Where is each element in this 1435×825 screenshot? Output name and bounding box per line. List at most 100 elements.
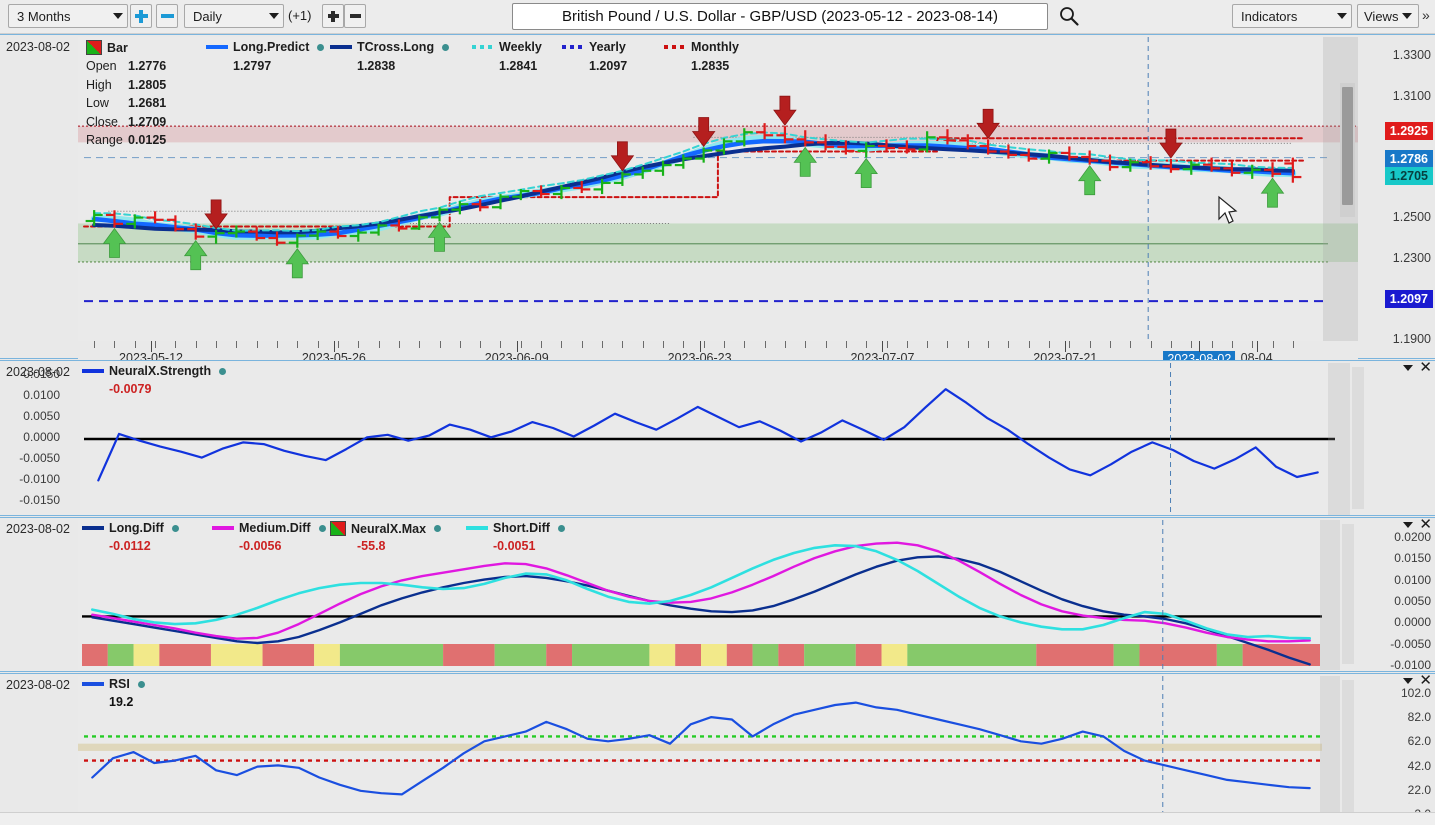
x-axis-tick bbox=[480, 341, 481, 348]
ohlc-label: High bbox=[86, 78, 128, 92]
period-increase-button[interactable] bbox=[130, 4, 152, 28]
legend-item-medium-diff[interactable]: Medium.Diff bbox=[212, 521, 326, 535]
info-icon[interactable] bbox=[434, 525, 441, 532]
legend-item-label: Short.Diff bbox=[493, 521, 550, 535]
period-decrease-button[interactable] bbox=[156, 4, 178, 28]
dotted-line-swatch-icon bbox=[472, 45, 494, 49]
price-tag-1.2097[interactable]: 1.2097 bbox=[1385, 290, 1433, 308]
neuralx-axis-tick: -0.0050 bbox=[19, 451, 60, 465]
x-axis-tick bbox=[988, 341, 989, 348]
toolbar-overflow-button[interactable]: » bbox=[1422, 7, 1430, 23]
diff-panel: ✕ 2023-08-02 Long.Diff-0.0112Medium.Diff… bbox=[0, 517, 1435, 672]
x-axis-tick bbox=[358, 341, 359, 348]
x-axis-tick bbox=[1252, 341, 1253, 348]
diff-panel-scroll[interactable] bbox=[1342, 524, 1354, 664]
x-axis-tick bbox=[1110, 341, 1111, 348]
legend-item-neuralx-strength[interactable]: NeuralX.Strength bbox=[82, 364, 226, 378]
x-axis-tick bbox=[846, 341, 847, 348]
x-axis-tick bbox=[1049, 341, 1050, 348]
info-icon[interactable] bbox=[319, 525, 326, 532]
dotted-line-swatch-icon bbox=[562, 45, 584, 49]
ohlc-row: High1.2805 bbox=[86, 76, 166, 95]
ohlc-row: Open1.2776 bbox=[86, 57, 166, 76]
rsi-axis-tick: 62.0 bbox=[1408, 734, 1431, 748]
close-icon[interactable]: ✕ bbox=[1419, 676, 1432, 686]
x-axis-tick bbox=[785, 341, 786, 348]
symbol-title-box[interactable]: British Pound / U.S. Dollar - GBP/USD (2… bbox=[512, 3, 1048, 30]
x-axis-tick bbox=[460, 341, 461, 348]
diff-y-axis: 0.02000.01500.01000.00500.0000-0.0050-0.… bbox=[1378, 518, 1435, 668]
x-axis-tick bbox=[663, 341, 664, 348]
info-icon[interactable] bbox=[172, 525, 179, 532]
ohlc-row: Close1.2709 bbox=[86, 113, 166, 132]
plus-icon bbox=[328, 11, 339, 22]
symbol-title-text: British Pound / U.S. Dollar - GBP/USD (2… bbox=[562, 8, 998, 25]
legend-item-rsi[interactable]: RSI bbox=[82, 677, 145, 691]
legend-item-neuralx-max[interactable]: NeuralX.Max bbox=[330, 521, 441, 536]
info-icon[interactable] bbox=[558, 525, 565, 532]
rsi-panel-scroll[interactable] bbox=[1342, 680, 1354, 816]
chevron-down-icon[interactable] bbox=[1403, 678, 1413, 684]
horizontal-scrollbar[interactable] bbox=[0, 812, 1435, 825]
legend-item-weekly[interactable]: Weekly bbox=[472, 40, 542, 54]
info-icon[interactable] bbox=[442, 44, 449, 51]
info-icon[interactable] bbox=[219, 368, 226, 375]
offset-label: (+1) bbox=[288, 8, 311, 23]
legend-item-label: RSI bbox=[109, 677, 130, 691]
diff-axis-tick: 0.0100 bbox=[1394, 573, 1431, 587]
views-select[interactable]: Views bbox=[1357, 4, 1419, 28]
indicators-select[interactable]: Indicators bbox=[1232, 4, 1352, 28]
legend-item-yearly[interactable]: Yearly bbox=[562, 40, 626, 54]
legend-item-long-diff[interactable]: Long.Diff bbox=[82, 521, 179, 535]
legend-item-label: Monthly bbox=[691, 40, 739, 54]
legend-item-short-diff[interactable]: Short.Diff bbox=[466, 521, 565, 535]
x-axis-tick bbox=[419, 341, 420, 348]
neuralx-panel-legend: NeuralX.Strength-0.0079 bbox=[0, 361, 600, 411]
legend-item-value: 1.2097 bbox=[589, 59, 627, 73]
legend-item-long-predict[interactable]: Long.Predict bbox=[206, 40, 324, 54]
legend-item-label: Bar bbox=[107, 41, 128, 55]
x-axis-major-tick bbox=[1199, 341, 1200, 352]
x-axis-tick bbox=[1232, 341, 1233, 348]
neuralx-axis-tick: 0.0000 bbox=[23, 430, 60, 444]
legend-item-bar[interactable]: Bar bbox=[86, 40, 128, 55]
line-swatch-icon bbox=[82, 526, 104, 530]
bar-swatch-icon bbox=[330, 521, 346, 536]
legend-item-label: TCross.Long bbox=[357, 40, 434, 54]
search-icon[interactable] bbox=[1058, 5, 1080, 29]
x-axis-tick bbox=[704, 341, 705, 348]
diff-panel-controls: ✕ bbox=[1403, 520, 1432, 530]
ohlc-value: 1.2776 bbox=[128, 59, 166, 73]
x-axis-tick bbox=[1273, 341, 1274, 348]
x-axis-tick bbox=[1293, 341, 1294, 348]
chevron-down-icon[interactable] bbox=[1403, 365, 1413, 371]
x-axis-tick bbox=[399, 341, 400, 348]
x-axis-tick bbox=[947, 341, 948, 348]
offset-decrease-button[interactable] bbox=[344, 4, 366, 28]
rsi-axis-tick: 82.0 bbox=[1408, 710, 1431, 724]
line-swatch-icon bbox=[82, 682, 104, 686]
close-icon[interactable]: ✕ bbox=[1419, 363, 1432, 373]
legend-item-monthly[interactable]: Monthly bbox=[664, 40, 739, 54]
period-select[interactable]: 3 Months bbox=[8, 4, 128, 28]
info-icon[interactable] bbox=[138, 681, 145, 688]
close-icon[interactable]: ✕ bbox=[1419, 520, 1432, 530]
x-axis-tick bbox=[236, 341, 237, 348]
chevron-down-icon bbox=[113, 13, 123, 19]
diff-axis-tick: -0.0100 bbox=[1390, 658, 1431, 672]
x-axis-tick bbox=[175, 341, 176, 348]
legend-item-value: -55.8 bbox=[357, 539, 386, 553]
x-axis-tick bbox=[500, 341, 501, 348]
neuralx-panel-scroll[interactable] bbox=[1352, 367, 1364, 509]
interval-select[interactable]: Daily bbox=[184, 4, 284, 28]
chevron-down-icon[interactable] bbox=[1403, 522, 1413, 528]
ohlc-row: Low1.2681 bbox=[86, 94, 166, 113]
interval-select-label: Daily bbox=[193, 9, 263, 24]
x-axis-tick bbox=[318, 341, 319, 348]
legend-item-tcross-long[interactable]: TCross.Long bbox=[330, 40, 449, 54]
legend-item-label: NeuralX.Strength bbox=[109, 364, 211, 378]
x-axis-tick bbox=[297, 341, 298, 348]
x-axis-tick bbox=[907, 341, 908, 348]
info-icon[interactable] bbox=[317, 44, 324, 51]
offset-increase-button[interactable] bbox=[322, 4, 344, 28]
